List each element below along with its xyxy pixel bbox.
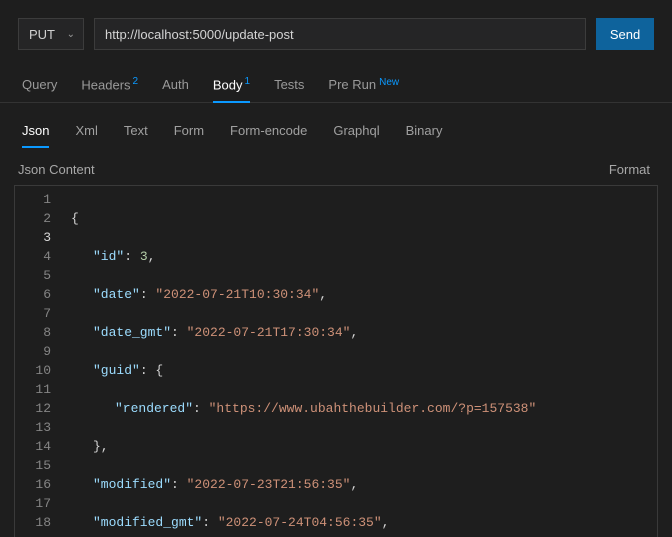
tab-headers-count: 2	[133, 76, 139, 87]
tab-headers[interactable]: Headers2	[81, 68, 138, 102]
tab-body-count: 1	[245, 76, 251, 87]
body-subtabs: Json Xml Text Form Form-encode Graphql B…	[0, 103, 672, 148]
tab-auth[interactable]: Auth	[162, 69, 189, 102]
url-input[interactable]	[94, 18, 586, 50]
line-gutter: 1 2 3 4 5 6 7 8 9 10 11 12 13 14 15 16 1…	[15, 186, 63, 537]
format-button[interactable]: Format	[609, 162, 650, 177]
subtab-binary[interactable]: Binary	[406, 117, 443, 148]
tab-body[interactable]: Body1	[213, 68, 250, 102]
subtab-text[interactable]: Text	[124, 117, 148, 148]
subtab-formencode[interactable]: Form-encode	[230, 117, 307, 148]
code-content[interactable]: { "id": 3, "date": "2022-07-21T10:30:34"…	[63, 186, 616, 537]
tab-headers-label: Headers	[81, 77, 130, 92]
subtab-form[interactable]: Form	[174, 117, 204, 148]
subtab-xml[interactable]: Xml	[75, 117, 97, 148]
new-badge: New	[379, 77, 399, 88]
tab-body-label: Body	[213, 77, 243, 92]
tab-prerun[interactable]: Pre RunNew	[328, 69, 399, 102]
tab-prerun-label: Pre Run	[328, 77, 376, 92]
http-method-select[interactable]: PUT ⌄	[18, 18, 84, 50]
subtab-json[interactable]: Json	[22, 117, 49, 148]
code-editor[interactable]: 1 2 3 4 5 6 7 8 9 10 11 12 13 14 15 16 1…	[14, 185, 658, 537]
chevron-down-icon: ⌄	[67, 29, 75, 40]
subtab-graphql[interactable]: Graphql	[333, 117, 379, 148]
request-bar: PUT ⌄ Send	[0, 0, 672, 64]
http-method-value: PUT	[29, 27, 55, 42]
request-tabs: Query Headers2 Auth Body1 Tests Pre RunN…	[0, 64, 672, 103]
content-title: Json Content	[18, 162, 95, 177]
tab-query[interactable]: Query	[22, 69, 57, 102]
content-header: Json Content Format	[0, 148, 672, 185]
tab-tests[interactable]: Tests	[274, 69, 304, 102]
send-button[interactable]: Send	[596, 18, 654, 50]
